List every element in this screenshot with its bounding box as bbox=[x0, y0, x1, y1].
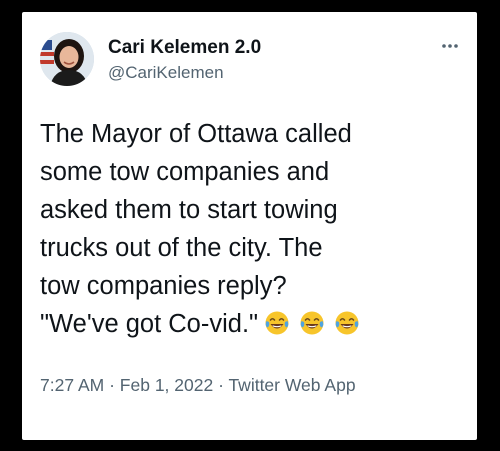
tweet-quote: "We've got Co-vid." bbox=[40, 310, 259, 338]
tears-of-joy-emoji-icon bbox=[265, 311, 289, 335]
tweet-date[interactable]: Feb 1, 2022 bbox=[120, 375, 213, 395]
tweet-text-line: tow companies reply? bbox=[40, 272, 287, 300]
meta-separator: · bbox=[218, 375, 224, 395]
profile-photo-icon bbox=[40, 32, 94, 86]
tweet-meta: 7:27 AM · Feb 1, 2022 · Twitter Web App bbox=[40, 375, 356, 396]
tweet-text-line-last: "We've got Co-vid." bbox=[40, 305, 470, 347]
more-options-icon[interactable] bbox=[440, 38, 460, 48]
meta-separator: · bbox=[109, 375, 115, 395]
user-handle[interactable]: @CariKelemen bbox=[108, 63, 224, 83]
tweet-client[interactable]: Twitter Web App bbox=[228, 375, 355, 395]
display-name[interactable]: Cari Kelemen 2.0 bbox=[108, 37, 261, 59]
avatar[interactable] bbox=[40, 32, 94, 86]
tweet-text-line: some tow companies and bbox=[40, 158, 330, 186]
tweet-text-line: The Mayor of Ottawa called bbox=[40, 120, 352, 148]
tweet-text: The Mayor of Ottawa called some tow comp… bbox=[40, 115, 470, 347]
tweet-text-line: trucks out of the city. The bbox=[40, 234, 323, 262]
tweet-text-line: asked them to start towing bbox=[40, 196, 338, 224]
tweet-time[interactable]: 7:27 AM bbox=[40, 375, 104, 395]
tears-of-joy-emoji-icon bbox=[335, 311, 359, 335]
tweet-card: Cari Kelemen 2.0 @CariKelemen The Mayor … bbox=[22, 12, 477, 440]
tears-of-joy-emoji-icon bbox=[300, 311, 324, 335]
emoji-group bbox=[264, 309, 362, 347]
